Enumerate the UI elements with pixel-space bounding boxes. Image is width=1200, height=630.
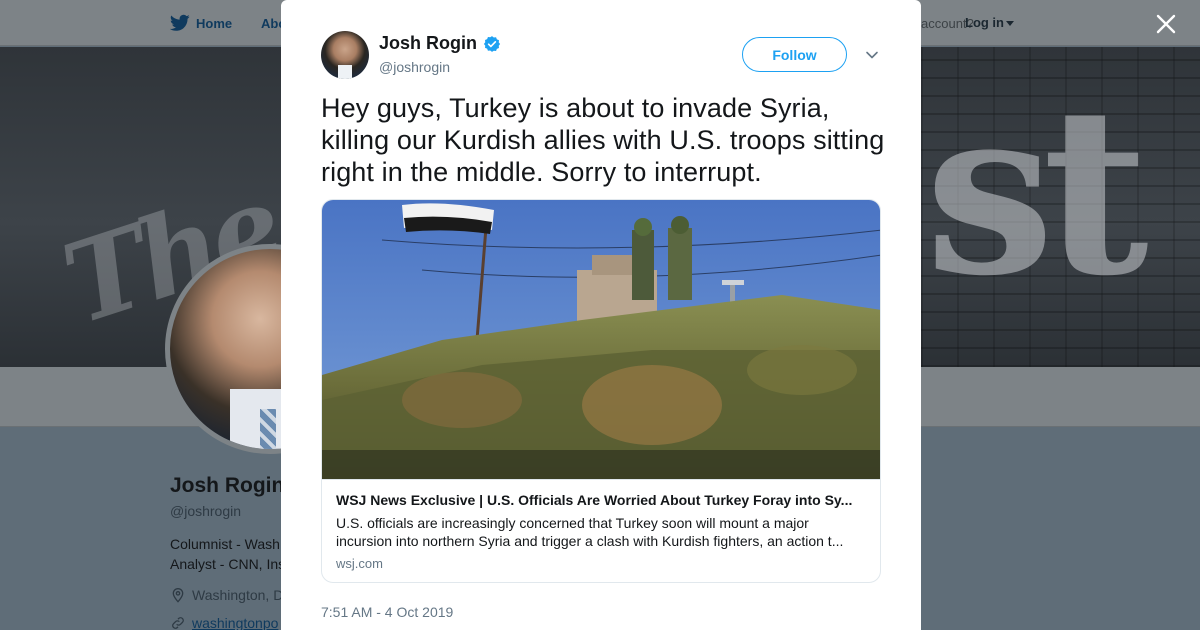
author-name[interactable]: Josh Rogin	[379, 33, 501, 54]
tweet-modal: Josh Rogin @joshrogin Follow Hey guys, T…	[281, 0, 921, 630]
author-avatar[interactable]	[321, 31, 369, 79]
avatar-collar-shape	[338, 65, 352, 79]
close-button[interactable]	[1154, 12, 1178, 36]
card-title: WSJ News Exclusive | U.S. Officials Are …	[336, 492, 853, 508]
tweet-timestamp[interactable]: 7:51 AM - 4 Oct 2019	[321, 604, 453, 620]
verified-badge-icon	[483, 35, 501, 52]
chevron-down-icon[interactable]	[865, 48, 879, 62]
card-body: WSJ News Exclusive | U.S. Officials Are …	[322, 479, 880, 582]
card-description-line: incursion into northern Syria and trigge…	[336, 533, 844, 549]
card-photo-tank-soldiers	[322, 200, 880, 479]
author-name-text: Josh Rogin	[379, 33, 477, 53]
follow-button[interactable]: Follow	[742, 37, 847, 72]
close-icon	[1156, 14, 1176, 34]
author-handle[interactable]: @joshrogin	[379, 59, 450, 75]
card-description-line: U.S. officials are increasingly concerne…	[336, 515, 809, 531]
tweet-text: Hey guys, Turkey is about to invade Syri…	[321, 93, 885, 187]
link-preview-card[interactable]: WSJ News Exclusive | U.S. Officials Are …	[321, 199, 881, 583]
card-image	[322, 200, 880, 479]
card-description: U.S. officials are increasingly concerne…	[336, 514, 868, 550]
card-domain: wsj.com	[336, 556, 383, 571]
